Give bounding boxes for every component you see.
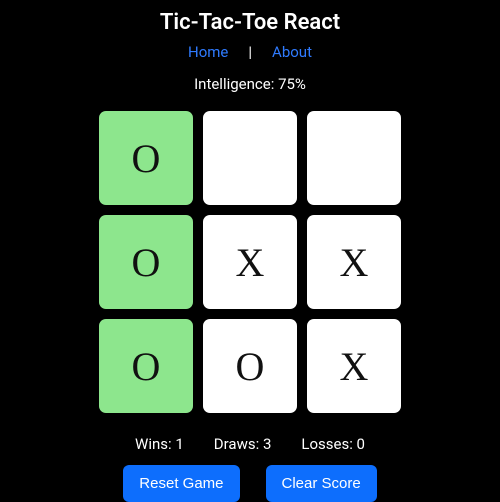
wins-label: Wins: 1 xyxy=(135,435,184,453)
cell-1-1[interactable]: X xyxy=(203,215,297,309)
cell-2-2[interactable]: X xyxy=(307,319,401,413)
cell-2-1[interactable]: O xyxy=(203,319,297,413)
cell-0-2[interactable] xyxy=(307,111,401,205)
cell-2-0[interactable]: O xyxy=(99,319,193,413)
page-title: Tic-Tac-Toe React xyxy=(160,10,340,35)
nav-about-link[interactable]: About xyxy=(272,43,312,61)
cell-0-1[interactable] xyxy=(203,111,297,205)
nav-separator: | xyxy=(248,43,252,61)
losses-label: Losses: 0 xyxy=(301,435,365,453)
intelligence-label: Intelligence: 75% xyxy=(194,75,306,93)
clear-score-button[interactable]: Clear Score xyxy=(266,465,377,502)
button-row: Reset Game Clear Score xyxy=(123,465,376,502)
score-stats: Wins: 1 Draws: 3 Losses: 0 xyxy=(135,435,365,453)
nav-home-link[interactable]: Home xyxy=(188,43,228,61)
cell-1-0[interactable]: O xyxy=(99,215,193,309)
nav-bar: Home | About xyxy=(188,43,312,61)
game-board: O O X X O O X xyxy=(99,111,401,413)
reset-game-button[interactable]: Reset Game xyxy=(123,465,239,502)
draws-label: Draws: 3 xyxy=(214,435,272,453)
cell-1-2[interactable]: X xyxy=(307,215,401,309)
cell-0-0[interactable]: O xyxy=(99,111,193,205)
